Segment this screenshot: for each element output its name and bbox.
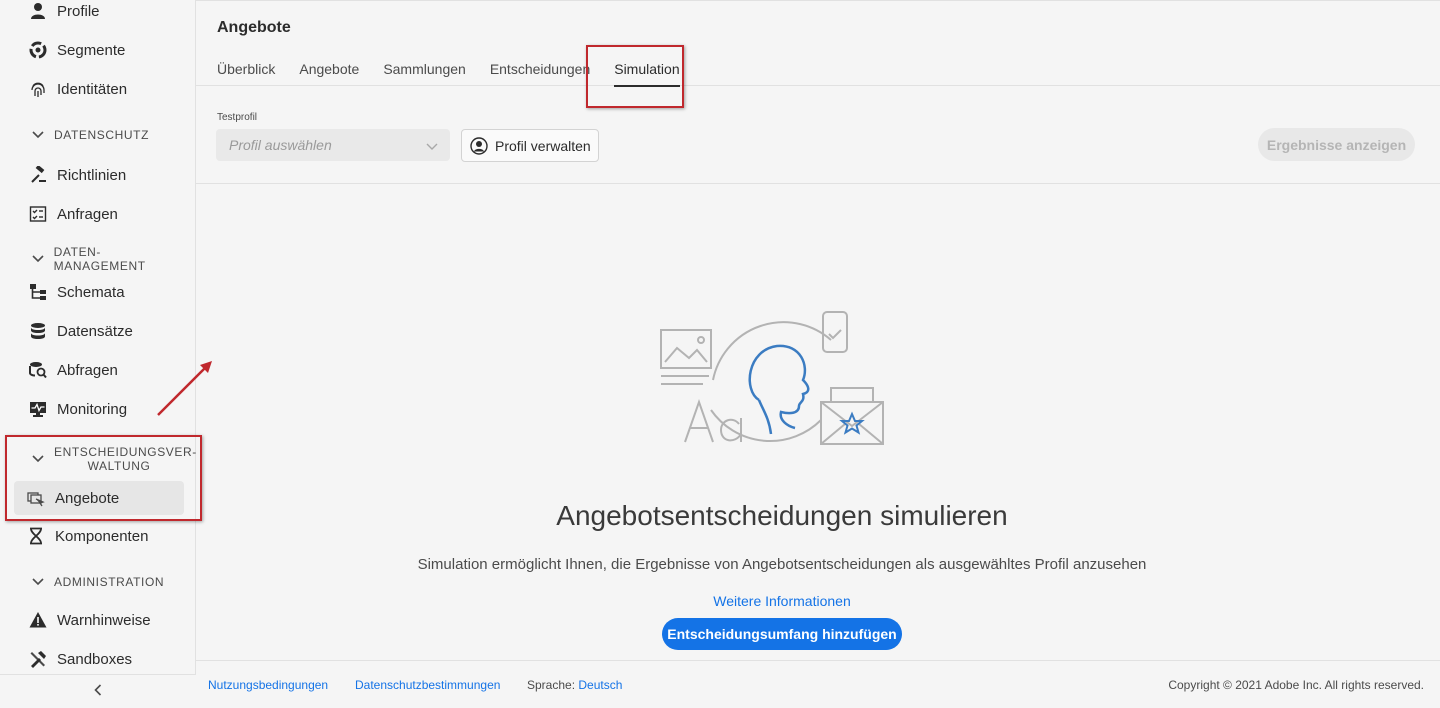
annotation-box-decision-management [5,435,202,521]
section-data-management[interactable]: DATEN-MANAGEMENT [30,245,190,273]
page-title: Angebote [217,19,291,36]
language-label: Sprache: [527,677,576,692]
main-content: Angebote Überblick Angebote Sammlungen E… [196,0,1440,708]
sidebar-item-components[interactable]: Komponenten [14,519,182,553]
empty-state-title: Angebotsentscheidungen simulieren [556,500,1008,531]
components-icon [26,526,46,546]
simulation-toolbar: Testprofil Profil auswählen Profil verwa… [196,87,1440,184]
sidebar-item-label: Abfragen [57,361,118,379]
chevron-down-icon [30,131,46,139]
simulation-illustration [660,311,884,445]
alert-icon [28,610,48,630]
tab-overview[interactable]: Überblick [217,61,275,87]
checklist-icon [28,204,48,224]
collapse-sidebar-button[interactable] [0,674,196,708]
test-profile-picker[interactable]: Profil auswählen [216,129,450,161]
sidebar-item-policies[interactable]: Richtlinien [16,158,184,192]
query-icon [28,360,48,380]
empty-state-description: Simulation ermöglicht Ihnen, die Ergebni… [417,556,1147,573]
section-label: ADMINISTRATION [54,575,165,589]
schema-icon [28,282,48,302]
page-header: Angebote Überblick Angebote Sammlungen E… [196,0,1440,87]
monitor-icon [28,399,48,419]
profile-icon [28,1,48,21]
picker-placeholder: Profil auswählen [229,137,332,153]
sidebar-item-schemas[interactable]: Schemata [16,275,184,309]
gavel-icon [28,165,48,185]
tab-collections[interactable]: Sammlungen [383,61,466,87]
fingerprint-icon [28,79,48,99]
section-label: DATEN-MANAGEMENT [53,245,146,273]
learn-more-link[interactable]: Weitere Informationen [196,593,1368,609]
sidebar-item-label: Warnhinweise [57,611,151,629]
tab-offers[interactable]: Angebote [299,61,359,87]
test-profile-label: Testprofil [217,112,258,123]
manage-profile-label: Profil verwalten [495,137,591,154]
segments-icon [28,40,48,60]
sidebar-item-requests[interactable]: Anfragen [16,197,184,231]
sidebar-item-label: Komponenten [55,527,149,545]
sidebar-item-segments[interactable]: Segmente [16,33,184,67]
terms-link[interactable]: Nutzungsbedingungen [208,678,328,692]
sidebar-item-label: Sandboxes [57,650,133,668]
tab-decisions[interactable]: Entscheidungen [490,61,590,87]
sidebar-item-datasets[interactable]: Datensätze [16,314,184,348]
show-results-button[interactable]: Ergebnisse anzeigen [1258,128,1415,161]
sidebar-item-label: Segmente [57,41,126,59]
copyright: Copyright © 2021 Adobe Inc. All rights r… [1168,677,1424,692]
sidebar-item-label: Richtlinien [57,166,127,184]
section-datenschutz[interactable]: DATENSCHUTZ [30,128,190,142]
sidebar-item-sandboxes[interactable]: Sandboxes [16,642,184,676]
privacy-link[interactable]: Datenschutzbestimmungen [355,678,500,692]
sidebar-item-identities[interactable]: Identitäten [16,72,184,106]
sidebar-item-label: Profile [57,2,100,20]
sidebar-item-label: Monitoring [57,400,128,418]
chevron-left-icon [94,683,102,701]
sidebar-item-profile[interactable]: Profile [16,0,184,28]
section-administration[interactable]: ADMINISTRATION [30,575,190,589]
sidebar-item-label: Schemata [57,283,125,301]
add-decision-scope-button[interactable]: Entscheidungsumfang hinzufügen [662,618,902,650]
footer: Nutzungsbedingungen Datenschutzbestimmun… [196,660,1440,708]
language-value-link[interactable]: Deutsch [578,678,622,692]
typography-icon [684,398,742,443]
sidebar-item-label: Identitäten [57,80,128,98]
database-icon [28,321,48,341]
sidebar: Profile Segmente Identitäten DATENSCHUTZ… [0,0,196,708]
user-circle-icon [470,136,488,155]
chevron-down-icon [426,138,438,154]
annotation-arrow [157,361,212,416]
sidebar-item-label: Datensätze [57,322,133,340]
section-label: DATENSCHUTZ [54,128,150,142]
sidebar-item-alerts[interactable]: Warnhinweise [16,603,184,637]
chevron-down-icon [30,578,46,586]
manage-profile-button[interactable]: Profil verwalten [461,129,599,162]
sidebar-item-label: Anfragen [57,205,118,223]
chevron-down-icon [30,255,46,263]
annotation-box-simulation-tab [586,45,684,108]
language-selector: Sprache: Deutsch [527,678,622,692]
tools-icon [28,649,48,669]
empty-state: Angebotsentscheidungen simulieren Simula… [196,185,1440,659]
